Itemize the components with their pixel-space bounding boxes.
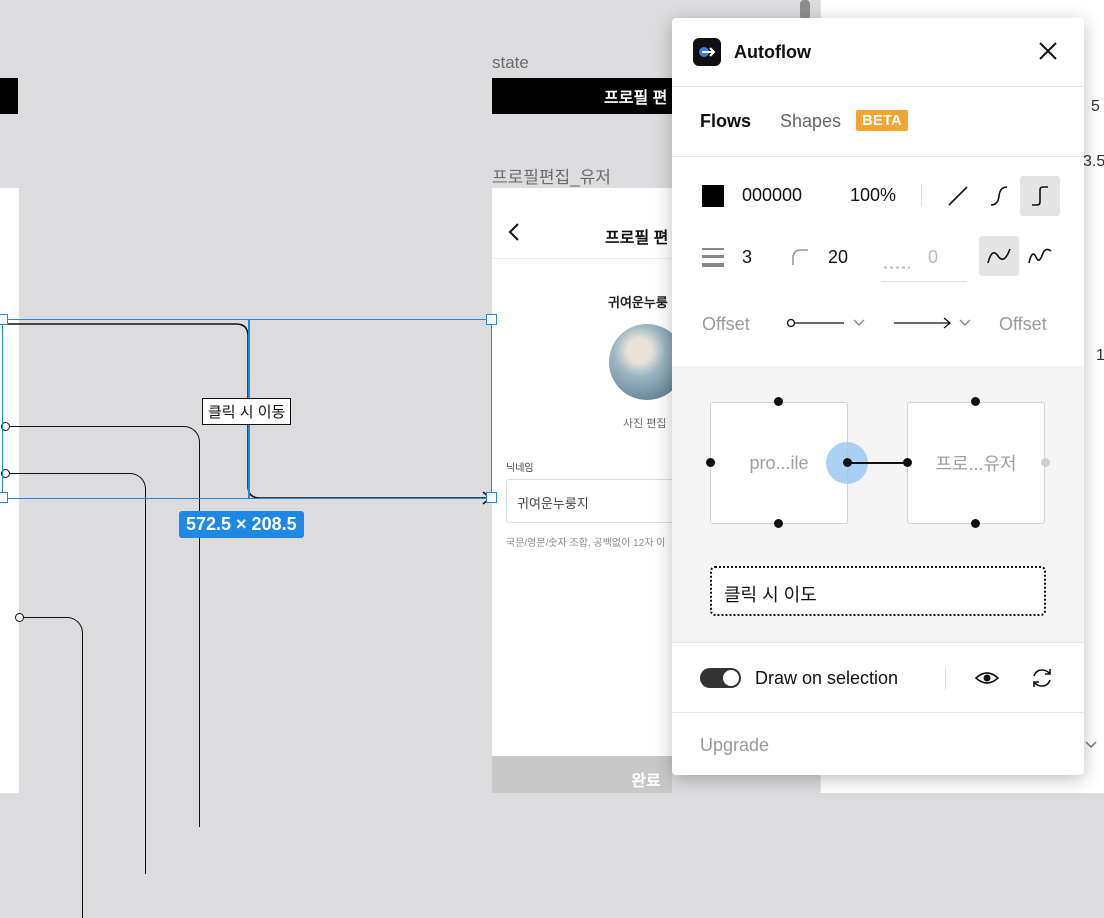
curved-line-icon[interactable] (979, 176, 1019, 216)
profile-frame-label: 프로필편집_유저 (492, 168, 611, 187)
eye-icon[interactable] (974, 668, 1000, 693)
dash-input[interactable]: 0 (928, 247, 938, 268)
panel-header: Autoflow (672, 18, 1084, 87)
toggle-knob (723, 670, 739, 686)
anchor-point-inactive[interactable] (1041, 458, 1050, 467)
nickname-input[interactable]: 귀여운누룽지 (506, 479, 676, 523)
tab-flows[interactable]: Flows (700, 111, 751, 132)
dash-underline (881, 281, 967, 282)
canvas-scrollbar[interactable] (800, 0, 810, 20)
end-cap-select[interactable] (892, 316, 976, 335)
flow-preview: pro...ile 프로...유저 클릭 시 이도 (672, 366, 1084, 643)
dimensions-badge: 572.5 × 208.5 (179, 511, 304, 538)
sidebar-value: 5 (1091, 98, 1100, 115)
done-button[interactable]: 완료 (492, 756, 672, 793)
panel-title: Autoflow (734, 42, 811, 62)
tab-bar: Flows Shapes BETA (672, 86, 1084, 157)
corner-radius-icon (791, 248, 809, 271)
preview-connector (847, 462, 907, 464)
anchor-point[interactable] (971, 519, 980, 528)
tab-shapes[interactable]: Shapes (780, 111, 841, 132)
autoflow-logo-icon (693, 38, 721, 66)
draw-on-selection-row: Draw on selection (672, 642, 1084, 713)
wavy-curve-icon[interactable] (1020, 236, 1060, 276)
back-chevron-icon[interactable] (508, 222, 520, 247)
draw-on-selection-toggle[interactable] (700, 668, 741, 688)
photo-edit-link[interactable]: 사진 편집 (623, 415, 667, 431)
draw-on-selection-label: Draw on selection (755, 668, 899, 688)
anchor-point-active[interactable] (903, 458, 912, 467)
nickname-label: 닉네임 (506, 463, 534, 474)
connector-label[interactable]: 클릭 시 이동 (202, 398, 292, 425)
close-icon[interactable] (1038, 41, 1058, 66)
connector-node[interactable] (15, 613, 24, 622)
left-state-bar (0, 78, 18, 114)
anchor-point[interactable] (971, 397, 980, 406)
target-node[interactable]: 프로...유저 (907, 402, 1045, 524)
stroke-settings: 000000 100% 3 20 0 Offset Offset (672, 156, 1084, 367)
corner-radius-input[interactable]: 20 (828, 247, 848, 268)
opacity-input[interactable]: 100% (850, 185, 896, 206)
nickname-value: 귀여운누룽지 (517, 496, 589, 511)
stroke-weight-input[interactable]: 3 (742, 247, 752, 268)
smooth-curve-icon[interactable] (979, 236, 1019, 276)
state-frame-label: state (492, 53, 529, 72)
label-input[interactable]: 클릭 시 이도 (710, 566, 1046, 616)
resize-handle-bottom-left[interactable] (0, 492, 8, 503)
sidebar-value: 1 (1096, 347, 1104, 364)
dash-icon (884, 256, 910, 274)
beta-badge: BETA (856, 110, 908, 131)
anchor-point[interactable] (774, 519, 783, 528)
elbow-line-icon[interactable] (1020, 176, 1060, 216)
anchor-point[interactable] (774, 397, 783, 406)
anchor-point[interactable] (706, 458, 715, 467)
offset-start-label: Offset (702, 314, 750, 334)
state-bar[interactable]: 프로필 편 (492, 78, 672, 114)
refresh-icon[interactable] (1030, 666, 1054, 695)
divider (921, 184, 922, 206)
sidebar-value: 3.5 (1083, 153, 1104, 170)
resize-handle-top-right[interactable] (486, 314, 497, 325)
stroke-weight-icon (702, 246, 724, 273)
anchor-point-active[interactable] (843, 458, 852, 467)
nickname-hint: 국문/영문/숫자 조합, 공백없이 12자 이 (506, 538, 666, 549)
chevron-down-icon[interactable] (1085, 736, 1097, 754)
resize-handle-bottom-right[interactable] (486, 492, 497, 503)
flow-connector-3[interactable] (18, 617, 83, 918)
resize-handle-top-left[interactable] (0, 314, 8, 325)
upgrade-link[interactable]: Upgrade (700, 735, 769, 756)
color-swatch[interactable] (702, 185, 724, 207)
label-input-text: 클릭 시 이도 (724, 585, 817, 605)
autoflow-panel[interactable]: Autoflow Flows Shapes BETA 000000 100% 3 (672, 18, 1084, 775)
color-hex-input[interactable]: 000000 (742, 185, 802, 206)
straight-line-icon[interactable] (938, 176, 978, 216)
header-divider (492, 258, 672, 259)
divider (945, 668, 946, 690)
profile-edit-frame[interactable]: 프로필 편 귀여운누룽 사진 편집 닉네임 귀여운누룽지 국문/영문/숫자 조합… (492, 188, 685, 793)
profile-username: 귀여운누룽 (608, 295, 668, 310)
offset-end-label: Offset (999, 314, 1047, 334)
profile-title: 프로필 편 (605, 230, 669, 247)
start-cap-select[interactable] (786, 316, 870, 335)
